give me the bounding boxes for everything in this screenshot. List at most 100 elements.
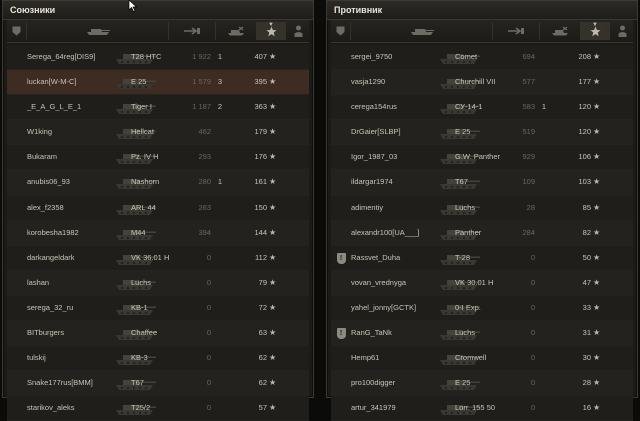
player-row[interactable]: Serega_64reg[DIS9] T28 HTC 1 922 1 407 ★ [7,45,309,71]
enemies-column-header-destroyed-tank[interactable] [539,22,580,40]
damage-icon [184,27,200,35]
player-name[interactable]: DrGaier[SLBP] [351,120,447,144]
player-name[interactable]: alexandr100[UA___] [351,221,447,245]
allies-column-header-star[interactable]: ▼ [256,22,285,40]
enemies-column-header-damage[interactable] [492,22,539,40]
player-row[interactable]: yahel_jonny[GCTK] 0-I Exp. 0 33 ★ [331,295,633,322]
player-row[interactable]: W1king Hellcat 462 179 ★ [7,120,309,146]
destroyed-tank-icon [228,26,244,36]
player-row[interactable]: anubis06_93 Nashorn 280 1 161 ★ [7,170,309,196]
player-name[interactable]: Bukaram [27,145,123,169]
player-row[interactable]: darkangeldark VK 36.01 H 0 112 ★ [7,245,309,271]
player-row[interactable]: artur_341979 Lorr. 155 50 0 16 ★ [331,396,633,421]
player-row[interactable]: tulskij KB-3 0 62 ★ [7,346,309,372]
allies-column-header-tank[interactable] [26,22,168,40]
player-row[interactable]: ! Rassvet_Duha T-28 0 50 ★ [331,245,633,271]
xp-value: 112 [255,252,267,262]
player-row[interactable]: Bukaram Pz. IV H 293 176 ★ [7,145,309,171]
damage-value: 0 [206,378,211,388]
player-row[interactable]: pro100digger E 25 0 28 ★ [331,371,633,397]
player-row[interactable]: cerega154rus СУ-14-1 583 1 120 ★ [331,95,633,121]
player-row[interactable]: vovan_vrednyga VK 30.01 H 0 47 ★ [331,270,633,296]
player-row[interactable]: sergei_9750 Comet 694 208 ★ [331,45,633,71]
damage-value: 519 [522,127,535,137]
allies-header: ▼ [7,20,309,43]
star-icon: ★ [593,202,601,212]
enemies-column-header-badge[interactable] [331,22,349,40]
enemies-column-header-star[interactable]: ▼ [580,22,609,40]
enemies-list: sergei_9750 Comet 694 208 ★ vasja1290 Churchil… [331,45,633,421]
enemies-panel: Противник ▼ sergei_9750 Comet 694 208 ★ vasja… [326,0,638,421]
xp-value: 47 [582,277,591,287]
player-name[interactable]: yahel_jonny[GCTK] [351,296,447,320]
xp-value: 363 [254,102,267,112]
player-name[interactable]: cerega154rus [351,95,447,119]
player-name[interactable]: adimentiy [351,196,447,220]
player-row[interactable]: ildargar1974 T67 109 103 ★ [331,170,633,196]
star-icon: ★ [593,152,601,162]
star-icon: ★ [593,353,601,363]
xp-value: 177 [578,77,591,87]
damage-value: 263 [198,202,211,212]
player-name[interactable]: vovan_vrednyga [351,271,447,295]
destroyed-tank-icon [552,26,568,36]
allies-column-header-damage[interactable] [168,22,215,40]
player-row[interactable]: adimentiy Luchs 28 85 ★ [331,195,633,221]
star-icon: ★ [593,102,601,112]
kills-value: 1 [217,52,223,61]
player-row[interactable]: luckan[W-M-C] E 25 1 579 3 395 ★ [7,70,309,96]
xp-value: 179 [254,127,267,137]
player-row[interactable]: lashan Luchs 0 79 ★ [7,270,309,296]
player-name[interactable]: RanG_TaNk [351,321,447,345]
player-name[interactable]: Igor_1987_03 [351,145,447,169]
player-name[interactable]: darkangeldark [27,246,123,270]
player-row[interactable]: serega_32_ru KB-1 0 72 ★ [7,295,309,322]
allies-column-header-player[interactable] [285,22,310,40]
damage-value: 0 [530,378,535,388]
player-name[interactable]: alex_f2358 [27,196,123,220]
player-row[interactable]: ! RanG_TaNk Luchs 0 31 ★ [331,321,633,347]
star-icon: ★ [593,328,601,338]
player-name[interactable]: anubis06_93 [27,170,123,194]
player-row[interactable]: korobesha1982 M44 394 144 ★ [7,220,309,246]
player-row[interactable]: Snake177rus[BMM] T67 0 62 ★ [7,371,309,397]
player-name[interactable]: BITburgers [27,321,123,345]
allies-column-header-destroyed-tank[interactable] [215,22,256,40]
player-row[interactable]: Hemp61 Cromwell 0 30 ★ [331,346,633,372]
player-name[interactable]: Snake177rus[BMM] [27,371,123,395]
player-row[interactable]: vasja1290 Churchill VII 577 177 ★ [331,70,633,96]
xp-value: 144 [254,227,267,237]
player-name[interactable]: tulskij [27,346,123,370]
xp-value: 62 [258,353,267,363]
player-row[interactable]: DrGaier[SLBP] E 25 519 120 ★ [331,120,633,146]
xp-value: 120 [578,127,591,137]
player-name[interactable]: Rassvet_Duha [351,246,447,270]
enemies-column-header-player[interactable] [609,22,634,40]
player-name[interactable]: vasja1290 [351,70,447,94]
star-icon: ★ [269,252,277,262]
player-row[interactable]: BITburgers Chaffee 0 63 ★ [7,321,309,347]
player-row[interactable]: Igor_1987_03 G.W. Panther 929 106 ★ [331,145,633,171]
player-row[interactable]: starikov_aleks T25/2 0 57 ★ [7,396,309,421]
player-row[interactable]: alexandr100[UA___] Panther 284 82 ★ [331,220,633,246]
player-name[interactable]: Hemp61 [351,346,447,370]
player-name[interactable]: Serega_64reg[DIS9] [27,45,123,69]
xp-value: 72 [258,302,267,312]
player-name[interactable]: korobesha1982 [27,221,123,245]
player-name[interactable]: W1king [27,120,123,144]
enemies-column-header-tank[interactable] [350,22,492,40]
xp-value: 50 [582,252,591,262]
allies-column-header-badge[interactable] [7,22,25,40]
player-name[interactable]: pro100digger [351,371,447,395]
player-row[interactable]: alex_f2358 ARL 44 263 150 ★ [7,195,309,221]
player-name[interactable]: sergei_9750 [351,45,447,69]
player-name[interactable]: luckan[W-M-C] [27,70,123,94]
player-name[interactable]: serega_32_ru [27,296,123,320]
player-name[interactable]: lashan [27,271,123,295]
platoon-badge-icon: ! [336,328,346,340]
player-row[interactable]: _E_A_G_L_E_1 Tiger I1 187 2 363 ★ [7,95,309,121]
player-name[interactable]: ildargar1974 [351,170,447,194]
xp-value: 82 [582,227,591,237]
star-icon: ★ [593,177,601,187]
player-name[interactable]: _E_A_G_L_E_1 [27,95,123,119]
